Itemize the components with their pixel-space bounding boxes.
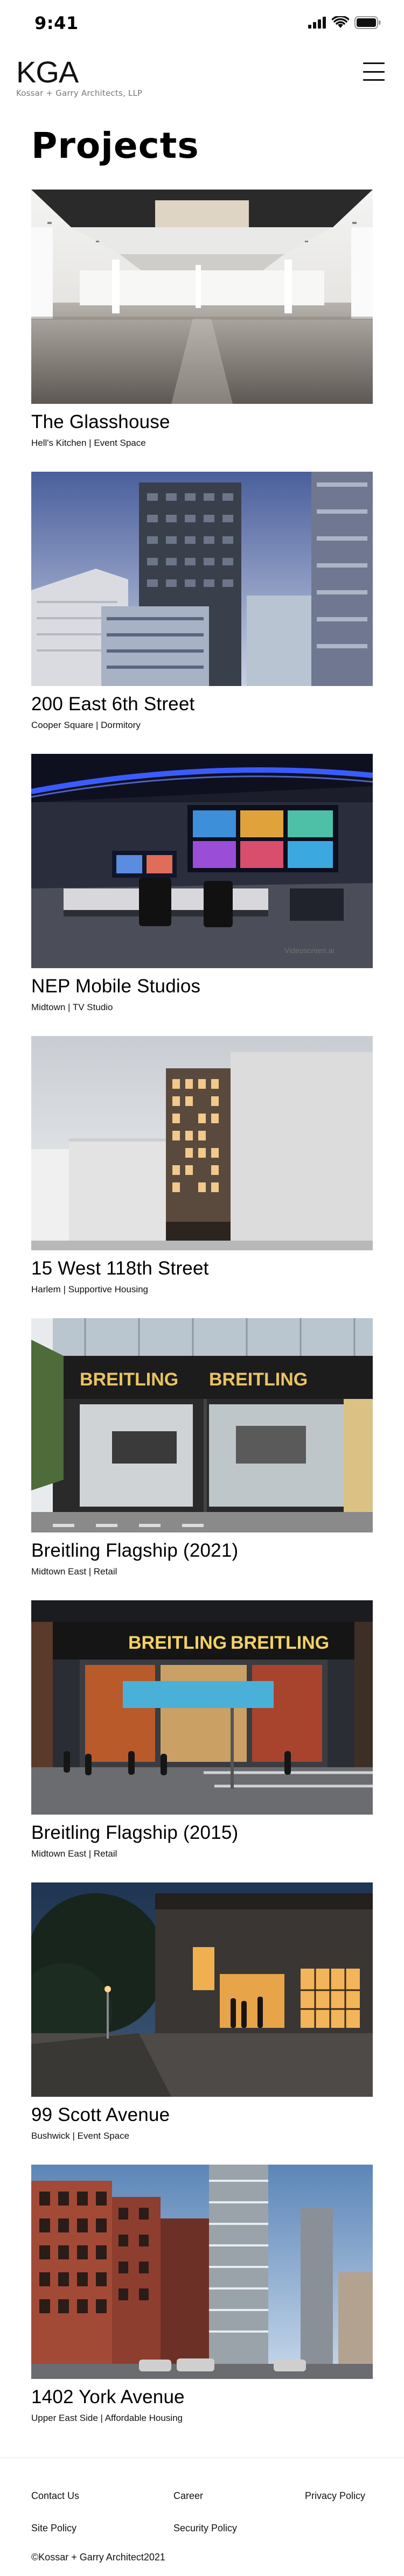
footer-link-contact[interactable]: Contact Us	[31, 2490, 79, 2502]
project-meta: Upper East Side | Affordable Housing	[31, 2413, 183, 2423]
project-card-breitling-2021[interactable]: BREITLING BREITLING Breitling Flagship (…	[31, 1318, 373, 1587]
footer-copyright: ©Kossar + Garry Architect2021	[31, 2552, 165, 2563]
site-header: KGA Kossar + Garry Architects, LLP	[0, 54, 404, 102]
project-card-1402-york[interactable]: 1402 York Avenue Upper East Side | Affor…	[31, 2165, 373, 2434]
project-card-15-west-118th[interactable]: 15 West 118th Street Harlem | Supportive…	[31, 1036, 373, 1305]
project-name[interactable]: NEP Mobile Studios	[31, 976, 200, 997]
image-watermark: Videoscreen.ai	[284, 946, 334, 955]
battery-icon	[354, 16, 381, 29]
status-icons	[308, 16, 381, 29]
project-card-breitling-2015[interactable]: BREITLING BREITLING Breitling Flagship (…	[31, 1600, 373, 1870]
project-meta: Midtown | TV Studio	[31, 1002, 113, 1012]
project-card-200-east-6th[interactable]: 200 East 6th Street Cooper Square | Dorm…	[31, 472, 373, 741]
project-name[interactable]: 1402 York Avenue	[31, 2386, 185, 2408]
breitling-sign: BREITLING	[80, 1369, 178, 1390]
project-image-200-east-6th[interactable]	[31, 472, 373, 686]
footer-link-privacy[interactable]: Privacy Policy	[305, 2490, 365, 2502]
project-meta: Harlem | Supportive Housing	[31, 1284, 149, 1294]
footer-link-site-policy[interactable]: Site Policy	[31, 2523, 76, 2534]
project-name[interactable]: 99 Scott Avenue	[31, 2104, 170, 2126]
project-name[interactable]: Breitling Flagship (2021)	[31, 1540, 238, 1562]
project-image-15-west-118th[interactable]	[31, 1036, 373, 1250]
project-image-breitling-2015[interactable]: BREITLING BREITLING	[31, 1600, 373, 1815]
project-card-glasshouse[interactable]: The Glasshouse Hell's Kitchen | Event Sp…	[31, 190, 373, 459]
hamburger-menu-icon[interactable]	[363, 62, 385, 81]
breitling-sign: BREITLING	[128, 1633, 227, 1653]
status-time: 9:41	[34, 13, 79, 33]
project-image-nep-mobile[interactable]: Videoscreen.ai	[31, 754, 373, 968]
status-bar: 9:41	[0, 0, 404, 47]
project-meta: Midtown East | Retail	[31, 1849, 117, 1859]
project-image-breitling-2021[interactable]: BREITLING BREITLING	[31, 1318, 373, 1532]
project-name[interactable]: Breitling Flagship (2015)	[31, 1822, 238, 1844]
project-meta: Cooper Square | Dormitory	[31, 720, 141, 730]
project-image-glasshouse[interactable]	[31, 190, 373, 404]
project-name[interactable]: The Glasshouse	[31, 411, 170, 433]
kga-logo[interactable]: KGA Kossar + Garry Architects, LLP	[16, 55, 143, 99]
project-card-99-scott[interactable]: 99 Scott Avenue Bushwick | Event Space	[31, 1882, 373, 2152]
site-footer: Contact Us Career Privacy Policy Site Po…	[0, 2458, 404, 2576]
project-meta: Midtown East | Retail	[31, 1566, 117, 1577]
project-card-nep-mobile[interactable]: Videoscreen.ai NEP Mobile Studios Midtow…	[31, 754, 373, 1023]
project-image-1402-york[interactable]	[31, 2165, 373, 2379]
project-meta: Hell's Kitchen | Event Space	[31, 438, 146, 448]
project-meta: Bushwick | Event Space	[31, 2131, 130, 2141]
project-name[interactable]: 200 East 6th Street	[31, 694, 194, 715]
wifi-icon	[332, 16, 349, 28]
breitling-sign: BREITLING	[209, 1369, 308, 1390]
project-image-99-scott[interactable]	[31, 1882, 373, 2097]
footer-link-security[interactable]: Security Policy	[173, 2523, 237, 2534]
page-title: Projects	[31, 125, 199, 166]
breitling-sign: BREITLING	[231, 1633, 329, 1653]
logo-subtitle: Kossar + Garry Architects, LLP	[16, 88, 143, 98]
project-name[interactable]: 15 West 118th Street	[31, 1258, 209, 1279]
signal-icon	[308, 17, 326, 29]
footer-link-career[interactable]: Career	[173, 2490, 203, 2502]
logo-mark: KGA	[16, 55, 79, 89]
